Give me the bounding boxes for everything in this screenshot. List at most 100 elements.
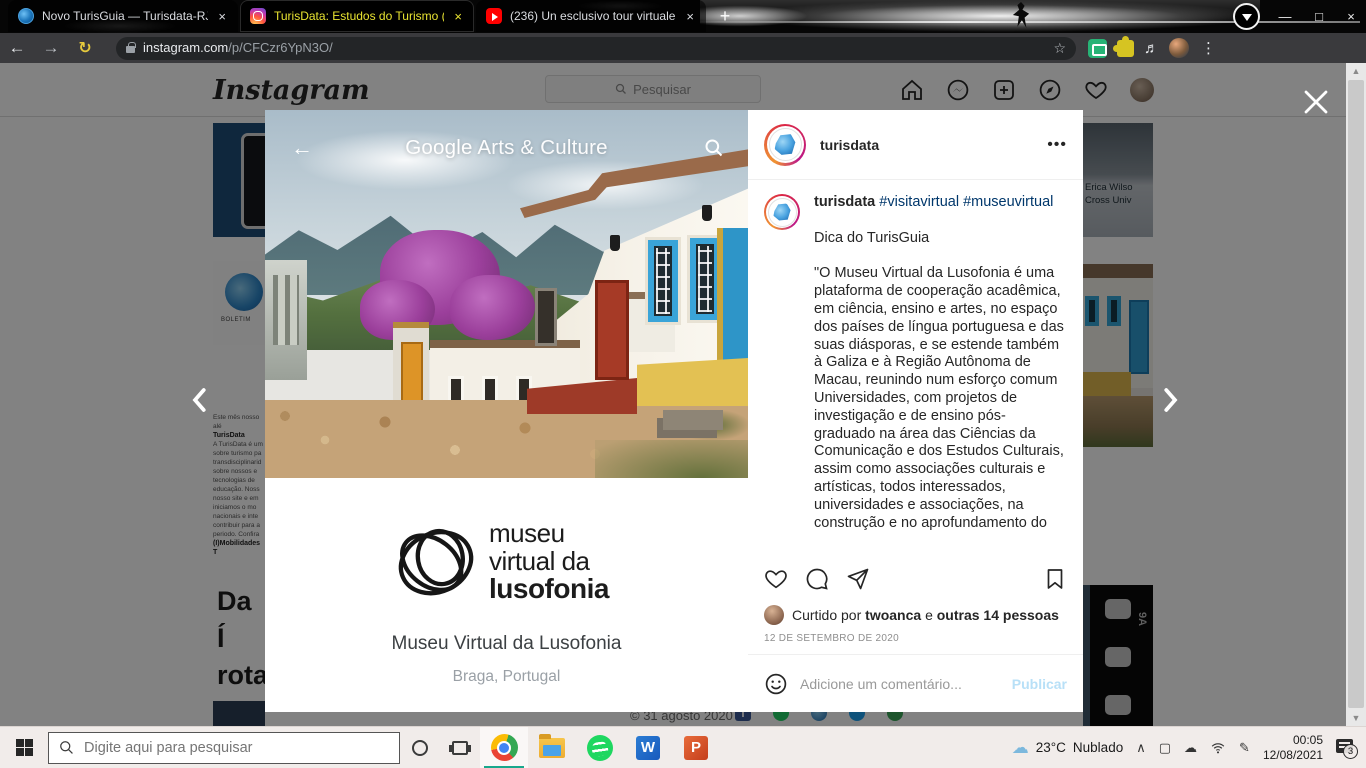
photo-lantern xyxy=(702,205,712,221)
onedrive-cloud-icon[interactable]: ☁ xyxy=(1184,740,1197,756)
add-comment-box[interactable]: Adicione um comentário... Publicar xyxy=(748,654,1083,712)
liker-avatar[interactable] xyxy=(764,605,784,625)
tab-close-icon[interactable]: × xyxy=(452,10,464,23)
new-tab-button[interactable]: + xyxy=(712,6,738,28)
wifi-icon[interactable] xyxy=(1210,741,1226,755)
browser-tabstrip: Novo TurisGuia — Turisdata-RJ × TurisDat… xyxy=(0,0,1366,33)
scrollbar-thumb[interactable] xyxy=(1348,80,1364,708)
share-plane-icon[interactable] xyxy=(846,567,870,591)
post-panel: turisdata ••• turisdata #visitavirtual #… xyxy=(748,110,1083,712)
tab-instagram-active[interactable]: TurisData: Estudos do Turismo (@ × xyxy=(240,0,474,32)
photo-street-scene: ← Google Arts & Culture xyxy=(265,110,748,478)
browser-theme-line xyxy=(700,21,1360,23)
browser-profile-avatar[interactable] xyxy=(1169,38,1189,58)
emoji-icon[interactable] xyxy=(764,672,788,696)
publish-button[interactable]: Publicar xyxy=(1012,676,1067,692)
post-date: 12 DE SETEMBRO DE 2020 xyxy=(748,628,1083,654)
caption-row: turisdata #visitavirtual #museuvirtual D… xyxy=(764,194,1067,532)
tab-title: Novo TurisGuia — Turisdata-RJ xyxy=(42,9,208,23)
extension-green-icon[interactable] xyxy=(1088,39,1107,58)
photo-red-door xyxy=(595,280,629,380)
photo-blue-window xyxy=(690,238,720,320)
museum-sphere-icon xyxy=(393,518,479,604)
taskbar-chrome[interactable] xyxy=(480,727,528,768)
taskbar-search[interactable] xyxy=(48,732,400,764)
tray-chevron-icon[interactable]: ∧ xyxy=(1136,740,1146,756)
other-likers[interactable]: outras 14 pessoas xyxy=(937,607,1059,623)
weather-cloud-icon: ☁ xyxy=(1012,738,1029,758)
powerpoint-icon: P xyxy=(684,736,708,760)
modal-close-icon[interactable] xyxy=(1301,87,1331,117)
prev-post-chevron[interactable] xyxy=(185,385,215,415)
scroll-down-icon[interactable]: ▼ xyxy=(1346,710,1366,726)
tab-close-icon[interactable]: × xyxy=(216,10,228,23)
museum-logo-text: museu virtual da lusofonia xyxy=(489,519,609,603)
tab-youtube[interactable]: (236) Un esclusivo tour virtuale n × xyxy=(476,0,706,32)
photo-yellow-base xyxy=(637,358,748,406)
device-icon[interactable]: ▢ xyxy=(1159,740,1171,756)
screen: Novo TurisGuia — Turisdata-RJ × TurisDat… xyxy=(0,0,1366,768)
window-minimize-button[interactable]: — xyxy=(1268,0,1302,32)
address-bar[interactable]: instagram.com/p/CFCzr6YpN3O/ ☆ xyxy=(116,37,1076,60)
comments-section: turisdata #visitavirtual #museuvirtual D… xyxy=(748,180,1083,556)
story-ring[interactable] xyxy=(764,124,806,166)
photo-window xyxy=(535,288,557,346)
extensions-puzzle-icon[interactable] xyxy=(1117,40,1134,57)
media-controls-icon[interactable]: ♬ xyxy=(1144,40,1159,57)
comment-icon[interactable] xyxy=(805,567,829,591)
comment-input[interactable]: Adicione um comentário... xyxy=(800,676,1000,692)
taskbar-file-explorer[interactable] xyxy=(528,727,576,768)
more-options-icon[interactable]: ••• xyxy=(1047,136,1067,154)
back-icon[interactable]: ← xyxy=(0,38,34,58)
window-restore-button[interactable]: □ xyxy=(1302,0,1336,32)
liked-by-text: Curtido por twoanca e outras 14 pessoas xyxy=(792,607,1059,623)
photo-ruin-columns xyxy=(265,260,307,380)
turisdata-avatar[interactable] xyxy=(764,194,800,230)
save-bookmark-icon[interactable] xyxy=(1043,567,1067,591)
taskbar-powerpoint[interactable]: P xyxy=(672,727,720,768)
photo-blue-window xyxy=(648,240,678,322)
caption-hashtags[interactable]: #visitavirtual #museuvirtual xyxy=(879,194,1053,210)
theme-record-icon xyxy=(1233,3,1260,30)
task-view-button[interactable] xyxy=(440,727,480,768)
notification-badge: 3 xyxy=(1343,744,1358,759)
taskbar-spotify[interactable] xyxy=(576,727,624,768)
scroll-up-icon[interactable]: ▲ xyxy=(1346,63,1366,79)
caption-username[interactable]: turisdata xyxy=(814,194,875,210)
clock-time: 00:05 xyxy=(1263,733,1323,748)
post-username[interactable]: turisdata xyxy=(820,137,879,153)
bookmark-star-icon[interactable]: ☆ xyxy=(1053,40,1066,57)
cortana-button[interactable] xyxy=(400,727,440,768)
weather-widget[interactable]: ☁ 23°C Nublado xyxy=(1012,738,1123,758)
like-heart-icon[interactable] xyxy=(764,567,788,591)
youtube-favicon xyxy=(486,8,502,24)
start-button[interactable] xyxy=(0,727,48,768)
forward-icon[interactable]: → xyxy=(34,38,68,58)
reload-icon[interactable]: ↻ xyxy=(68,38,102,58)
browser-menu-icon[interactable]: ⋮ xyxy=(1199,39,1224,57)
pen-icon[interactable]: ✎ xyxy=(1239,740,1250,756)
taskbar-word[interactable]: W xyxy=(624,727,672,768)
spotify-icon xyxy=(587,735,613,761)
tab-turisguia[interactable]: Novo TurisGuia — Turisdata-RJ × xyxy=(8,0,238,32)
word-icon: W xyxy=(636,736,660,760)
caption-text: turisdata #visitavirtual #museuvirtual D… xyxy=(814,194,1067,532)
lock-icon xyxy=(126,46,135,53)
taskbar-clock[interactable]: 00:05 12/08/2021 xyxy=(1263,733,1323,763)
notification-center[interactable]: 3 xyxy=(1336,736,1360,760)
page-scrollbar[interactable]: ▲ ▼ xyxy=(1346,63,1366,726)
instagram-favicon xyxy=(250,8,266,24)
liker-username[interactable]: twoanca xyxy=(865,607,921,623)
taskbar-search-input[interactable] xyxy=(84,740,364,756)
tab-close-icon[interactable]: × xyxy=(684,10,696,23)
gac-search-icon[interactable] xyxy=(704,138,724,158)
window-close-button[interactable]: × xyxy=(1336,0,1366,32)
action-bar xyxy=(748,556,1083,602)
gac-title: Google Arts & Culture xyxy=(265,136,748,160)
post-image[interactable]: ← Google Arts & Culture xyxy=(265,110,748,712)
next-post-chevron[interactable] xyxy=(1155,385,1185,415)
tab-title: (236) Un esclusivo tour virtuale n xyxy=(510,9,676,23)
tab-title: TurisData: Estudos do Turismo (@ xyxy=(274,9,444,23)
photo-orange-portal xyxy=(393,322,429,404)
post-header: turisdata ••• xyxy=(748,110,1083,180)
